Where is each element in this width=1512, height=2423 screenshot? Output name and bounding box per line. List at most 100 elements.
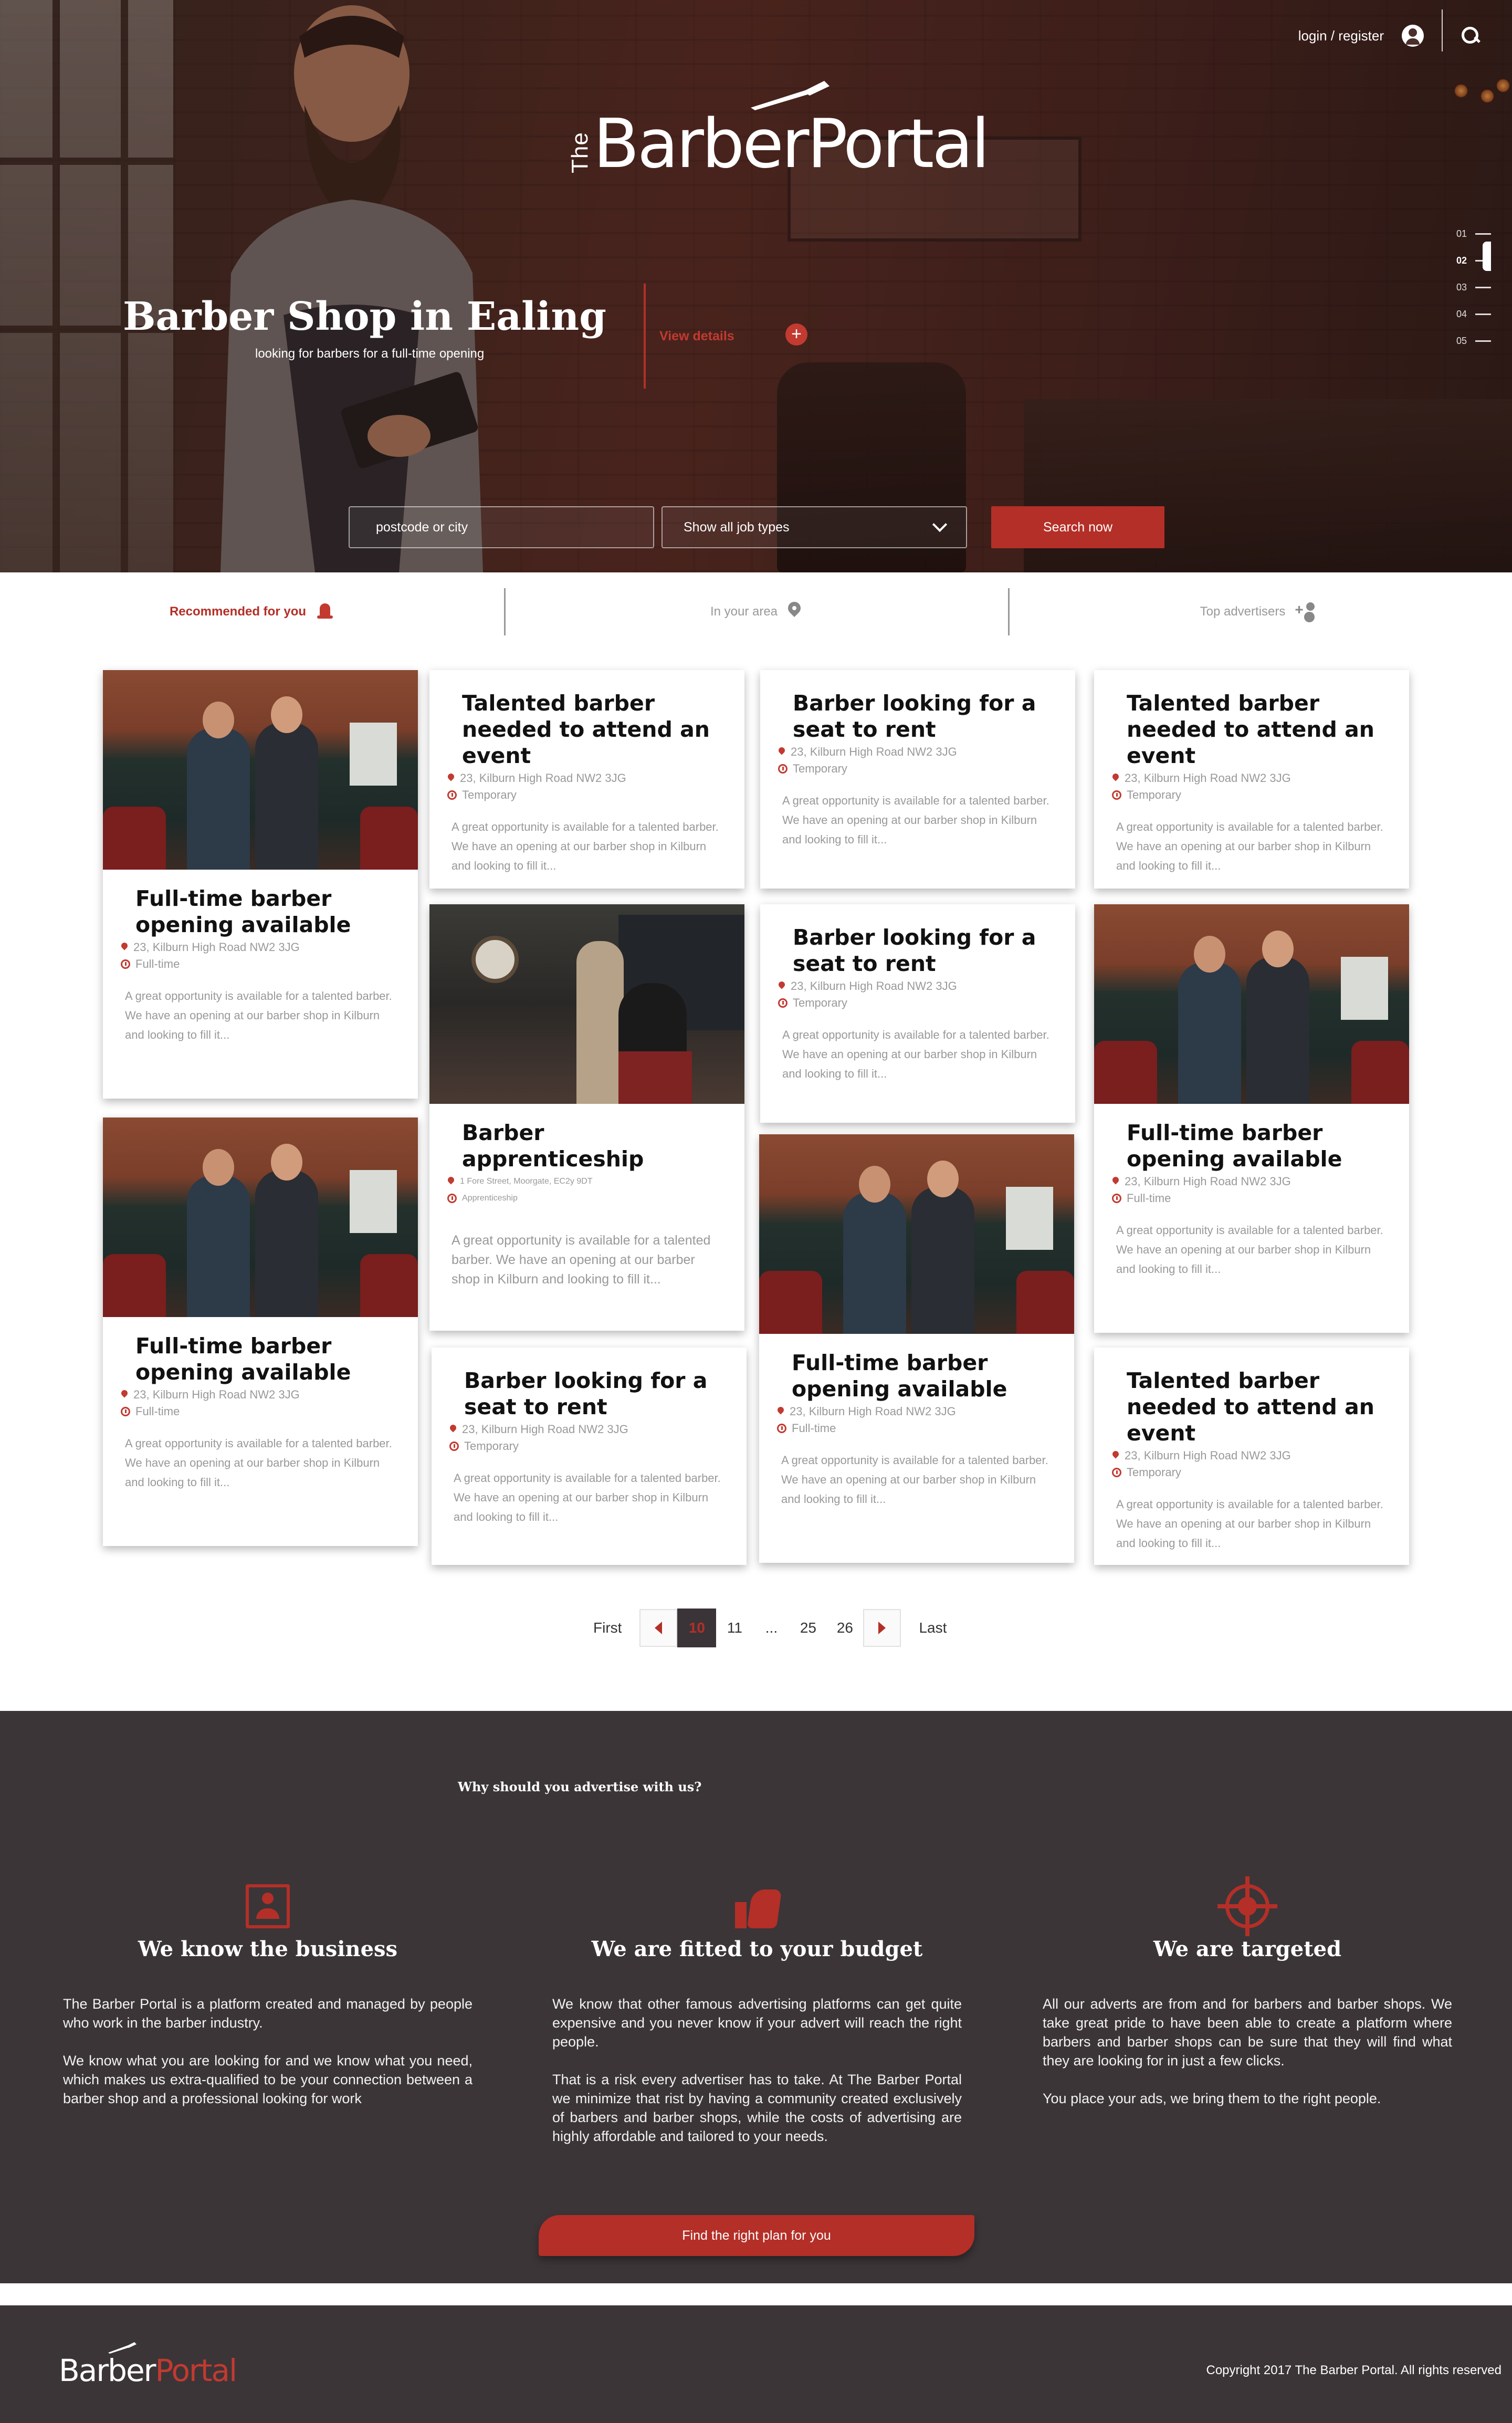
- clock-icon: [121, 1407, 130, 1416]
- location-pin-icon: [121, 1390, 128, 1400]
- slide-item-01[interactable]: 01: [1418, 221, 1491, 247]
- clock-icon: [777, 1424, 786, 1433]
- listing-address: 23, Kilburn High Road NW2 3JG: [790, 1405, 956, 1418]
- benefit-text: You place your ads, we bring them to the…: [1043, 2091, 1381, 2106]
- listing-type: Full-time: [1127, 1192, 1171, 1205]
- hero-title: Barber Shop in Ealing: [123, 294, 606, 339]
- benefit-heading: We know the business: [138, 1937, 398, 1961]
- listing-description: A great opportunity is available for a t…: [125, 1437, 392, 1489]
- location-pin-icon: [447, 1177, 455, 1186]
- slide-item-02[interactable]: 02: [1418, 247, 1491, 274]
- login-register-link[interactable]: login / register: [1298, 28, 1384, 44]
- top-bar: login / register: [1298, 9, 1480, 51]
- user-icon[interactable]: [1402, 25, 1424, 47]
- pagination-first[interactable]: First: [575, 1620, 639, 1636]
- slide-knob: [1483, 242, 1491, 271]
- clock-icon: [1112, 790, 1121, 800]
- location-pin-icon: [1112, 1177, 1119, 1186]
- pagination-page[interactable]: 26: [826, 1620, 863, 1636]
- listing-address: 23, Kilburn High Road NW2 3JG: [462, 1423, 628, 1436]
- listing-card[interactable]: Barber looking for a seat to rent 23, Ki…: [760, 904, 1075, 1123]
- listing-card[interactable]: Talented barber needed to attend an even…: [1094, 670, 1409, 889]
- listing-type: Full-time: [135, 957, 180, 970]
- pagination-current[interactable]: 10: [677, 1609, 717, 1647]
- search-now-button[interactable]: Search now: [991, 506, 1164, 548]
- site-logo[interactable]: The BarberPortal: [567, 74, 990, 189]
- listing-title: Barber looking for a seat to rent: [793, 925, 1036, 976]
- hero-divider: [644, 284, 646, 389]
- listing-card[interactable]: Barber apprenticeship 1 Fore Street, Moo…: [429, 904, 744, 1331]
- listing-description: A great opportunity is available for a t…: [452, 1233, 711, 1287]
- caret-right-icon: [878, 1622, 886, 1634]
- tab-top-advertisers[interactable]: Top advertisers: [1008, 572, 1512, 651]
- listing-card[interactable]: Barber looking for a seat to rent 23, Ki…: [432, 1348, 747, 1565]
- listing-type: Full-time: [792, 1422, 836, 1435]
- listing-address: 23, Kilburn High Road NW2 3JG: [791, 979, 957, 993]
- listing-description: A great opportunity is available for a t…: [782, 794, 1049, 846]
- listing-type: Temporary: [793, 996, 847, 1009]
- listing-type: Full-time: [135, 1405, 180, 1418]
- pagination-ellipsis: ...: [765, 1620, 778, 1636]
- section-title: Why should you advertise with us?: [458, 1779, 702, 1794]
- listing-title: Talented barber needed to attend an even…: [1127, 691, 1374, 768]
- tab-in-your-area[interactable]: In your area: [504, 572, 1008, 651]
- pagination-page[interactable]: 25: [790, 1620, 826, 1636]
- view-details-link[interactable]: View details: [659, 329, 734, 344]
- listing-card[interactable]: Barber looking for a seat to rent 23, Ki…: [760, 670, 1075, 889]
- clock-icon: [447, 790, 457, 800]
- listing-title: Full-time barber opening available: [792, 1350, 1007, 1402]
- add-user-icon: [1295, 601, 1320, 621]
- pagination-prev[interactable]: [639, 1609, 678, 1647]
- listing-description: A great opportunity is available for a t…: [1116, 1224, 1383, 1276]
- footer: BarberPortal Copyright 2017 The Barber P…: [0, 2305, 1512, 2423]
- listing-card[interactable]: Full-time barber opening available 23, K…: [759, 1134, 1074, 1563]
- hero-subtitle: looking for barbers for a full-time open…: [255, 347, 485, 361]
- listing-type: Temporary: [462, 788, 517, 801]
- location-input[interactable]: postcode or city: [349, 506, 654, 548]
- listing-address: 23, Kilburn High Road NW2 3JG: [460, 771, 626, 785]
- listing-card[interactable]: Full-time barber opening available 23, K…: [103, 670, 418, 1099]
- chevron-down-icon: [932, 517, 948, 532]
- listing-title: Full-time barber opening available: [1127, 1120, 1342, 1172]
- location-pin-icon: [1112, 774, 1119, 783]
- plus-icon[interactable]: +: [785, 323, 807, 346]
- listing-description: A great opportunity is available for a t…: [452, 820, 719, 872]
- pagination-last[interactable]: Last: [901, 1620, 964, 1636]
- tab-recommended[interactable]: Recommended for you: [0, 572, 504, 651]
- listing-photo: [429, 904, 744, 1104]
- slide-item-03[interactable]: 03: [1418, 274, 1491, 301]
- location-pin-icon: [121, 943, 128, 952]
- topbar-divider: [1442, 9, 1443, 51]
- job-type-select[interactable]: Show all job types: [662, 506, 967, 548]
- benefit-heading: We are fitted to your budget: [591, 1937, 923, 1961]
- listing-title: Talented barber needed to attend an even…: [462, 691, 710, 768]
- find-plan-button[interactable]: Find the right plan for you: [539, 2215, 974, 2256]
- why-advertise-section: Why should you advertise with us? We kno…: [0, 1711, 1512, 2283]
- search-icon[interactable]: [1461, 26, 1480, 46]
- pagination-next[interactable]: [863, 1609, 901, 1647]
- listing-card[interactable]: Talented barber needed to attend an even…: [1094, 1348, 1409, 1565]
- listing-card[interactable]: Talented barber needed to attend an even…: [429, 670, 744, 889]
- hero-banner: login / register The BarberPortal Barber…: [0, 0, 1512, 572]
- listing-photo: [103, 1117, 418, 1317]
- listing-description: A great opportunity is available for a t…: [1116, 820, 1383, 872]
- location-pin-icon: [778, 747, 785, 757]
- location-pin-icon: [777, 1407, 784, 1416]
- clock-icon: [121, 959, 130, 969]
- listing-card[interactable]: Full-time barber opening available 23, K…: [103, 1117, 418, 1546]
- slide-item-05[interactable]: 05: [1418, 328, 1491, 354]
- caret-left-icon: [655, 1622, 663, 1634]
- footer-logo-barber: Barber: [59, 2353, 156, 2388]
- benefit-text: We know that other famous advertising pl…: [552, 1996, 962, 2050]
- listing-description: A great opportunity is available for a t…: [782, 1028, 1049, 1080]
- logo-name: BarberPortal: [593, 105, 990, 183]
- thumbs-up-icon: [735, 1884, 779, 1928]
- pagination-page[interactable]: 11: [716, 1620, 753, 1636]
- footer-logo[interactable]: BarberPortal: [59, 2342, 237, 2388]
- slide-item-04[interactable]: 04: [1418, 301, 1491, 328]
- logo-the: The: [567, 132, 593, 173]
- location-pin-icon: [447, 774, 455, 783]
- listing-address: 23, Kilburn High Road NW2 3JG: [1125, 771, 1291, 785]
- listing-card[interactable]: Full-time barber opening available 23, K…: [1094, 904, 1409, 1333]
- copyright-text: Copyright 2017 The Barber Portal. All ri…: [1206, 2363, 1502, 2377]
